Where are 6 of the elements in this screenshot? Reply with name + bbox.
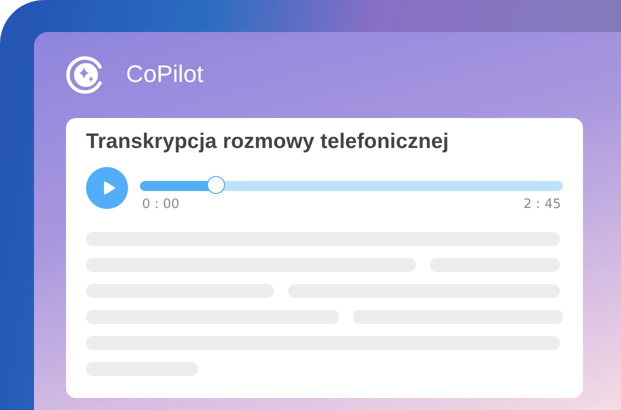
play-button[interactable] <box>86 167 128 209</box>
progress-thumb[interactable] <box>207 176 226 194</box>
card-title: Transkrypcja rozmowy telefonicznej <box>86 130 450 154</box>
app-name: CoPilot <box>126 61 204 89</box>
elapsed-time: 0 : 00 <box>142 197 180 212</box>
total-duration: 2 : 45 <box>524 197 561 212</box>
